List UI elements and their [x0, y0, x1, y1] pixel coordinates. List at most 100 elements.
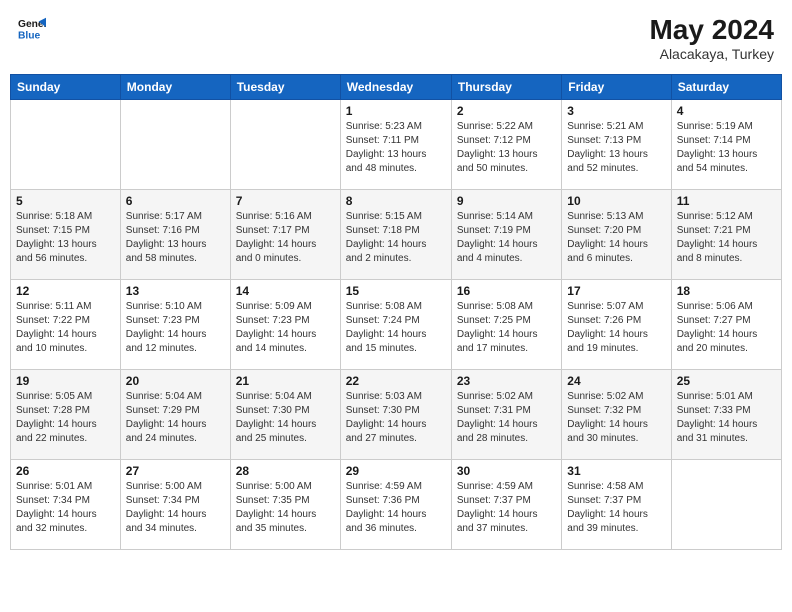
calendar-empty-cell — [120, 100, 230, 190]
calendar-day-8: 8 Sunrise: 5:15 AMSunset: 7:18 PMDaylight… — [340, 190, 451, 280]
day-number: 4 — [677, 104, 776, 118]
calendar-week-4: 19 Sunrise: 5:05 AMSunset: 7:28 PMDayligh… — [11, 370, 782, 460]
day-number: 13 — [126, 284, 225, 298]
day-info: Sunrise: 5:07 AMSunset: 7:26 PMDaylight:… — [567, 300, 665, 356]
day-number: 14 — [236, 284, 335, 298]
day-number: 5 — [16, 194, 115, 208]
weekday-header-sunday: Sunday — [11, 75, 121, 100]
day-number: 9 — [457, 194, 556, 208]
svg-text:Blue: Blue — [18, 30, 41, 41]
calendar-week-5: 26 Sunrise: 5:01 AMSunset: 7:34 PMDayligh… — [11, 460, 782, 550]
day-info: Sunrise: 5:13 AMSunset: 7:20 PMDaylight:… — [567, 210, 665, 266]
day-info: Sunrise: 5:22 AMSunset: 7:12 PMDaylight:… — [457, 120, 556, 176]
day-info: Sunrise: 5:16 AMSunset: 7:17 PMDaylight:… — [236, 210, 335, 266]
calendar-day-15: 15 Sunrise: 5:08 AMSunset: 7:24 PMDayligh… — [340, 280, 451, 370]
day-number: 21 — [236, 374, 335, 388]
day-info: Sunrise: 5:09 AMSunset: 7:23 PMDaylight:… — [236, 300, 335, 356]
day-number: 3 — [567, 104, 665, 118]
day-info: Sunrise: 4:59 AMSunset: 7:36 PMDaylight:… — [346, 480, 446, 536]
page-header: General Blue May 2024 Alacakaya, Turkey — [10, 10, 782, 66]
day-number: 11 — [677, 194, 776, 208]
calendar-day-4: 4 Sunrise: 5:19 AMSunset: 7:14 PMDaylight… — [671, 100, 781, 190]
day-number: 8 — [346, 194, 446, 208]
day-number: 18 — [677, 284, 776, 298]
month-title: May 2024 — [649, 14, 774, 46]
day-info: Sunrise: 5:08 AMSunset: 7:25 PMDaylight:… — [457, 300, 556, 356]
day-number: 24 — [567, 374, 665, 388]
day-info: Sunrise: 5:12 AMSunset: 7:21 PMDaylight:… — [677, 210, 776, 266]
day-info: Sunrise: 5:23 AMSunset: 7:11 PMDaylight:… — [346, 120, 446, 176]
calendar-day-11: 11 Sunrise: 5:12 AMSunset: 7:21 PMDayligh… — [671, 190, 781, 280]
weekday-header-friday: Friday — [562, 75, 671, 100]
calendar-day-20: 20Sunrise: 5:04 AMSunset: 7:29 PMDayligh… — [120, 370, 230, 460]
weekday-header-row: SundayMondayTuesdayWednesdayThursdayFrid… — [11, 75, 782, 100]
day-info: Sunrise: 4:58 AMSunset: 7:37 PMDaylight:… — [567, 480, 665, 536]
day-info: Sunrise: 5:10 AMSunset: 7:23 PMDaylight:… — [126, 300, 225, 356]
day-info: Sunrise: 5:05 AMSunset: 7:28 PMDaylight:… — [16, 390, 115, 446]
calendar-day-31: 31 Sunrise: 4:58 AMSunset: 7:37 PMDayligh… — [562, 460, 671, 550]
calendar-day-28: 28 Sunrise: 5:00 AMSunset: 7:35 PMDayligh… — [230, 460, 340, 550]
day-number: 16 — [457, 284, 556, 298]
day-number: 26 — [16, 464, 115, 478]
calendar-day-14: 14 Sunrise: 5:09 AMSunset: 7:23 PMDayligh… — [230, 280, 340, 370]
calendar-day-5: 5 Sunrise: 5:18 AMSunset: 7:15 PMDaylight… — [11, 190, 121, 280]
calendar-day-3: 3 Sunrise: 5:21 AMSunset: 7:13 PMDaylight… — [562, 100, 671, 190]
calendar-day-7: 7 Sunrise: 5:16 AMSunset: 7:17 PMDaylight… — [230, 190, 340, 280]
weekday-header-saturday: Saturday — [671, 75, 781, 100]
day-number: 28 — [236, 464, 335, 478]
calendar-day-23: 23Sunrise: 5:02 AMSunset: 7:31 PMDayligh… — [451, 370, 561, 460]
logo: General Blue — [18, 14, 46, 42]
day-info: Sunrise: 5:02 AMSunset: 7:32 PMDaylight:… — [567, 390, 665, 446]
calendar-table: SundayMondayTuesdayWednesdayThursdayFrid… — [10, 74, 782, 550]
location-title: Alacakaya, Turkey — [649, 46, 774, 62]
day-info: Sunrise: 5:00 AMSunset: 7:34 PMDaylight:… — [126, 480, 225, 536]
calendar-day-24: 24 Sunrise: 5:02 AMSunset: 7:32 PMDayligh… — [562, 370, 671, 460]
day-info: Sunrise: 5:08 AMSunset: 7:24 PMDaylight:… — [346, 300, 446, 356]
day-number: 19 — [16, 374, 115, 388]
day-number: 10 — [567, 194, 665, 208]
day-info: Sunrise: 5:14 AMSunset: 7:19 PMDaylight:… — [457, 210, 556, 266]
calendar-day-6: 6 Sunrise: 5:17 AMSunset: 7:16 PMDaylight… — [120, 190, 230, 280]
day-number: 1 — [346, 104, 446, 118]
day-number: 29 — [346, 464, 446, 478]
day-info: Sunrise: 5:17 AMSunset: 7:16 PMDaylight:… — [126, 210, 225, 266]
logo-icon: General Blue — [18, 14, 46, 42]
day-number: 7 — [236, 194, 335, 208]
day-number: 15 — [346, 284, 446, 298]
day-info: Sunrise: 5:01 AMSunset: 7:33 PMDaylight:… — [677, 390, 776, 446]
day-info: Sunrise: 5:21 AMSunset: 7:13 PMDaylight:… — [567, 120, 665, 176]
calendar-empty-cell — [671, 460, 781, 550]
title-block: May 2024 Alacakaya, Turkey — [649, 14, 774, 62]
calendar-day-18: 18Sunrise: 5:06 AMSunset: 7:27 PMDayligh… — [671, 280, 781, 370]
day-number: 20 — [126, 374, 225, 388]
calendar-day-1: 1 Sunrise: 5:23 AMSunset: 7:11 PMDaylight… — [340, 100, 451, 190]
weekday-header-monday: Monday — [120, 75, 230, 100]
day-info: Sunrise: 5:18 AMSunset: 7:15 PMDaylight:… — [16, 210, 115, 266]
day-number: 30 — [457, 464, 556, 478]
calendar-day-27: 27 Sunrise: 5:00 AMSunset: 7:34 PMDayligh… — [120, 460, 230, 550]
calendar-empty-cell — [11, 100, 121, 190]
calendar-day-25: 25 Sunrise: 5:01 AMSunset: 7:33 PMDayligh… — [671, 370, 781, 460]
calendar-day-22: 22 Sunrise: 5:03 AMSunset: 7:30 PMDayligh… — [340, 370, 451, 460]
day-number: 6 — [126, 194, 225, 208]
calendar-day-2: 2Sunrise: 5:22 AMSunset: 7:12 PMDaylight… — [451, 100, 561, 190]
weekday-header-tuesday: Tuesday — [230, 75, 340, 100]
day-number: 12 — [16, 284, 115, 298]
calendar-day-12: 12Sunrise: 5:11 AMSunset: 7:22 PMDayligh… — [11, 280, 121, 370]
day-info: Sunrise: 5:00 AMSunset: 7:35 PMDaylight:… — [236, 480, 335, 536]
day-number: 25 — [677, 374, 776, 388]
day-info: Sunrise: 5:01 AMSunset: 7:34 PMDaylight:… — [16, 480, 115, 536]
calendar-day-19: 19 Sunrise: 5:05 AMSunset: 7:28 PMDayligh… — [11, 370, 121, 460]
weekday-header-thursday: Thursday — [451, 75, 561, 100]
day-info: Sunrise: 5:19 AMSunset: 7:14 PMDaylight:… — [677, 120, 776, 176]
weekday-header-wednesday: Wednesday — [340, 75, 451, 100]
calendar-day-9: 9 Sunrise: 5:14 AMSunset: 7:19 PMDaylight… — [451, 190, 561, 280]
day-number: 27 — [126, 464, 225, 478]
calendar-week-2: 5 Sunrise: 5:18 AMSunset: 7:15 PMDaylight… — [11, 190, 782, 280]
day-number: 22 — [346, 374, 446, 388]
day-info: Sunrise: 5:15 AMSunset: 7:18 PMDaylight:… — [346, 210, 446, 266]
day-number: 23 — [457, 374, 556, 388]
day-info: Sunrise: 5:03 AMSunset: 7:30 PMDaylight:… — [346, 390, 446, 446]
day-number: 31 — [567, 464, 665, 478]
calendar-day-26: 26 Sunrise: 5:01 AMSunset: 7:34 PMDayligh… — [11, 460, 121, 550]
